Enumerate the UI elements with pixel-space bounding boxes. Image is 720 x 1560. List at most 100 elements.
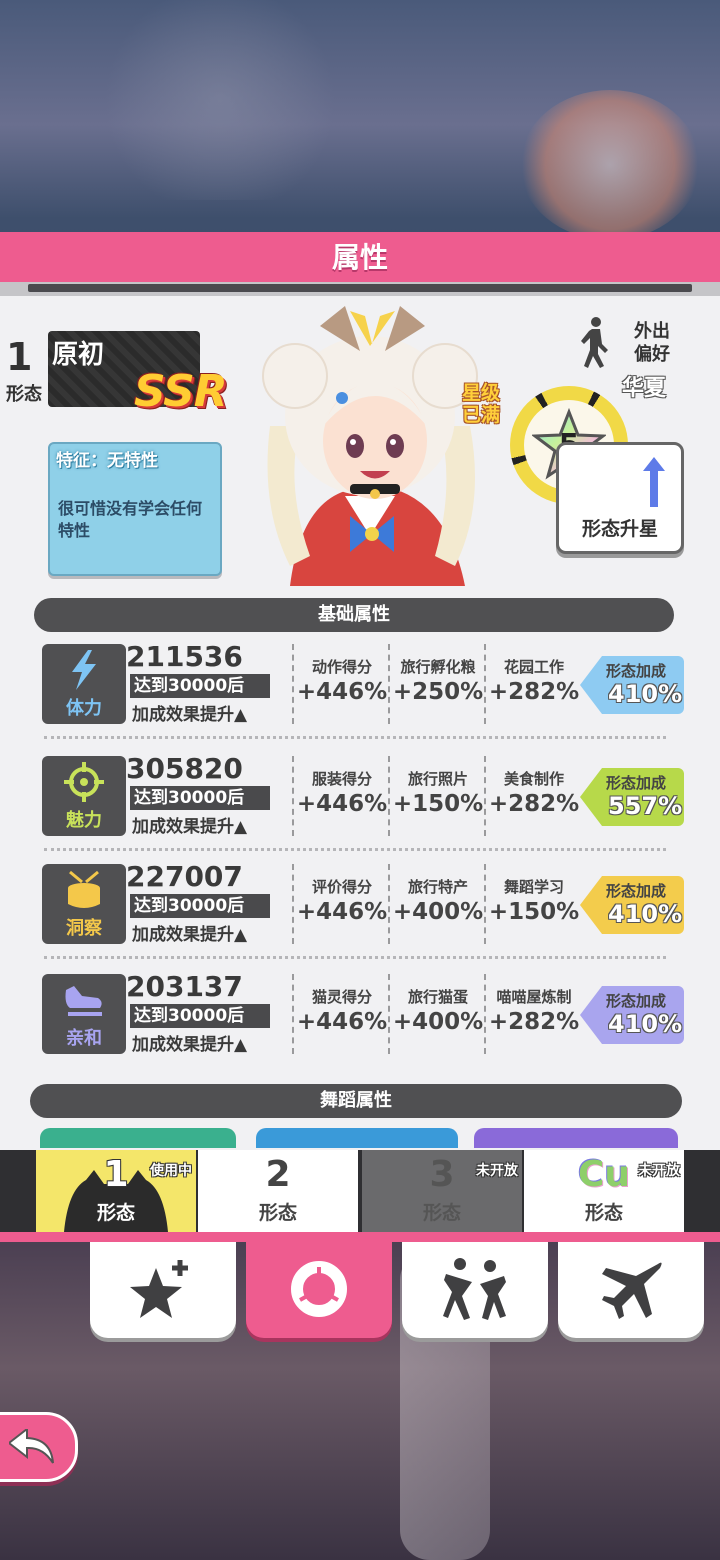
stat-name: 体力 [66, 698, 102, 719]
bonus-item: 花园工作 +282% [488, 656, 580, 705]
bonus-value: +150% [488, 899, 580, 925]
form-bonus-badge: 形态加成 557% [580, 768, 684, 826]
bonus-name: 旅行猫蛋 [407, 988, 468, 1006]
stat-threshold: 达到30000后 [130, 894, 270, 918]
travel-nav-button[interactable] [558, 1242, 704, 1338]
column-divider [292, 756, 294, 836]
tab-form-3-badge: 未开放 [476, 1163, 518, 1179]
column-divider [484, 756, 486, 836]
dance-card-blue[interactable] [256, 1128, 458, 1148]
upgrade-label: 形态升星 [581, 518, 658, 540]
column-divider [388, 864, 390, 944]
bonus-item: 舞蹈学习 +150% [488, 876, 580, 925]
column-divider [292, 864, 294, 944]
form-label: 形态 [6, 384, 42, 405]
stat-threshold: 达到30000后 [130, 674, 270, 698]
row-divider [44, 736, 666, 739]
column-divider [484, 864, 486, 944]
stat-icon-tile: 魅力 [42, 756, 126, 836]
background-cat-mascot [520, 90, 700, 240]
bonus-item: 服装得分 +446% [296, 768, 388, 817]
back-arrow-icon [9, 1429, 54, 1464]
stat-icon-tile: 体力 [42, 644, 126, 724]
bonus-value: +400% [392, 1009, 484, 1035]
bonus-value: +150% [392, 791, 484, 817]
column-divider [292, 644, 294, 724]
bonus-value: +446% [296, 899, 388, 925]
rarity-badge: SSR [134, 366, 228, 417]
bonus-item: 旅行孵化粮 +250% [392, 656, 484, 705]
bonus-value: +446% [296, 679, 388, 705]
dance-card-purple[interactable] [474, 1128, 678, 1148]
form-bonus-badge: 形态加成 410% [580, 656, 684, 714]
stat-name: 亲和 [66, 1028, 102, 1049]
dance-nav-button[interactable] [402, 1242, 548, 1338]
section-dance-attributes: 舞蹈属性 [30, 1084, 682, 1118]
star-upgrade-nav-button[interactable] [90, 1242, 236, 1338]
tab-form-cu-label: 形态 [584, 1202, 623, 1224]
stat-value: 211536 [126, 640, 243, 673]
stat-row[interactable]: 体力 211536 达到30000后 加成效果提升▲ 动作得分 +446% 旅行孵化粮 +25… [40, 640, 690, 730]
stat-row[interactable]: 亲和 203137 达到30000后 加成效果提升▲ 猫灵得分 +446% 旅行猫蛋 +400… [40, 970, 690, 1060]
bonus-value: +446% [296, 791, 388, 817]
back-button[interactable] [0, 1412, 78, 1482]
outing-preference-label: 外出偏好 [634, 321, 670, 365]
stat-row[interactable]: 洞察 227007 达到30000后 加成效果提升▲ 评价得分 +446% 旅行特产 +400… [40, 860, 690, 950]
crosshair-icon [64, 762, 104, 802]
bonus-item: 喵喵屋炼制 +282% [488, 986, 580, 1035]
bonus-item: 旅行特产 +400% [392, 876, 484, 925]
row-divider [44, 956, 666, 959]
stat-icon-tile: 洞察 [42, 864, 126, 944]
form-bonus-label: 形态加成 [606, 662, 667, 680]
section-basic-attributes: 基础属性 [34, 598, 674, 632]
tab-form-1-label: 形态 [96, 1202, 135, 1224]
bonus-name: 猫灵得分 [311, 988, 372, 1006]
tab-form-3[interactable]: 3 形态 未开放 [362, 1150, 522, 1232]
trait-title: 特征：无特性 [56, 451, 158, 471]
character-portrait [262, 306, 478, 586]
column-divider [388, 974, 390, 1054]
shoe-icon [65, 986, 102, 1016]
bonus-name: 喵喵屋炼制 [496, 988, 572, 1006]
tab-form-2-number: 2 [265, 1154, 291, 1195]
bonus-name: 服装得分 [311, 770, 372, 788]
stat-threshold: 达到30000后 [130, 786, 270, 810]
bonus-value: +282% [488, 1009, 580, 1035]
tab-form-2[interactable]: 2 形态 [198, 1150, 358, 1232]
stat-value: 305820 [126, 752, 243, 785]
up-arrow-icon [643, 457, 665, 507]
bonus-item: 动作得分 +446% [296, 656, 388, 705]
attribute-panel: 1 形态 原初 SSR 特征：无特性 很可惜没有学会任何特性 星级已满 外出偏好… [0, 296, 720, 1150]
bonus-name: 舞蹈学习 [503, 878, 564, 896]
bonus-item: 猫灵得分 +446% [296, 986, 388, 1035]
stat-boost-note: 加成效果提升▲ [132, 1035, 248, 1055]
stat-value: 227007 [126, 860, 243, 893]
bonus-value: +282% [488, 791, 580, 817]
walker-icon [581, 317, 608, 368]
attributes-nav-button[interactable] [246, 1242, 392, 1338]
stat-boost-note: 加成效果提升▲ [132, 925, 248, 945]
title-underbar [0, 282, 720, 296]
stat-name: 洞察 [66, 918, 102, 939]
airplane-icon [602, 1262, 662, 1319]
form-number: 1 [6, 335, 33, 379]
trait-card[interactable]: 特征：无特性 很可惜没有学会任何特性 [48, 442, 222, 576]
bonus-name: 美食制作 [503, 770, 564, 788]
tab-form-1[interactable]: 1 形态 使用中 [36, 1150, 196, 1232]
dance-card-green[interactable] [40, 1128, 236, 1148]
form-bonus-value: 557% [608, 792, 683, 820]
form-bonus-badge: 形态加成 410% [580, 986, 684, 1044]
row-divider [44, 848, 666, 851]
form-star-upgrade-button[interactable]: 形态升星 [556, 442, 684, 554]
lightning-icon [72, 650, 96, 690]
tab-form-cu[interactable]: Cu 形态 未开放 [524, 1150, 684, 1232]
column-divider [292, 974, 294, 1054]
form-bonus-label: 形态加成 [606, 992, 667, 1010]
form-bonus-badge: 形态加成 410% [580, 876, 684, 934]
tab-form-2-label: 形态 [258, 1202, 297, 1224]
bonus-value: +400% [392, 899, 484, 925]
outing-preference-value: 华夏 [622, 376, 667, 401]
tab-form-1-badge: 使用中 [150, 1163, 192, 1179]
donut-icon [291, 1261, 347, 1317]
stat-row[interactable]: 魅力 305820 达到30000后 加成效果提升▲ 服装得分 +446% 旅行照片 +150… [40, 752, 690, 842]
